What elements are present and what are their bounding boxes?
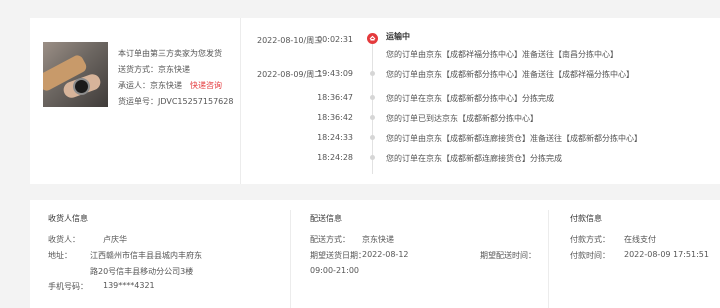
order-tracking-panel: 本订单由第三方卖家为您发货 送货方式：京东快递 承运人：京东快递 快递咨询 货运单… <box>30 18 720 184</box>
event-time: 18:24:28 <box>317 153 353 162</box>
event-time: 00:02:31 <box>317 35 353 44</box>
delivery-method-value: 京东快递 <box>362 235 394 244</box>
payment-time-label: 付款时间： <box>570 251 610 260</box>
payment-method-label: 付款方式： <box>570 235 610 244</box>
recipient-section-title: 收货人信息 <box>48 214 88 223</box>
payment-section-title: 付款信息 <box>570 214 602 223</box>
address-label: 地址： <box>48 251 72 260</box>
timeline-dot <box>370 115 375 120</box>
section-divider <box>548 210 549 308</box>
timeline-dot <box>370 135 375 140</box>
address-line-1: 江西赣州市信丰县县城内丰府东 <box>90 251 202 260</box>
timeline-dot <box>370 71 375 76</box>
event-time: 18:36:47 <box>317 93 353 102</box>
event-description: 您的订单已到达京东【成都新都分拣中心】 <box>386 114 538 123</box>
recipient-name-value: 卢庆华 <box>103 235 127 244</box>
recipient-name-label: 收货人： <box>48 235 80 244</box>
timeline-dot <box>370 95 375 100</box>
expected-time-label: 期望配送时间： <box>480 251 536 260</box>
tracking-status: 运输中 <box>386 32 410 41</box>
event-description: 您的订单在京东【成都新都分拣中心】分拣完成 <box>386 94 554 103</box>
section-divider <box>290 210 291 308</box>
event-description: 您的订单由京东【成都新都分拣中心】准备送往【成都祥福分拣中心】 <box>386 70 634 79</box>
event-time: 18:36:42 <box>317 113 353 122</box>
payment-time-value: 2022-08-09 17:51:51 <box>624 250 709 259</box>
expected-time-value: 09:00-21:00 <box>310 266 359 275</box>
tracking-timeline: 运输中 2022-08-10/周三 00:02:31 您的订单由京东【成都祥福分… <box>30 18 720 184</box>
delivery-method-label: 配送方式： <box>310 235 350 244</box>
event-description: 您的订单在京东【成都新都连廊接货仓】分拣完成 <box>386 154 562 163</box>
expected-date-label: 期望送货日期： <box>310 251 366 260</box>
expected-date-value: 2022-08-12 <box>362 250 409 259</box>
timeline-dot <box>370 155 375 160</box>
phone-value: 139****4321 <box>103 281 155 290</box>
order-details-panel: 收货人信息 收货人： 卢庆华 地址： 江西赣州市信丰县县城内丰府东 路20号信丰… <box>30 200 720 308</box>
address-line-2: 路20号信丰县移动分公司3楼 <box>90 267 194 276</box>
event-time: 19:43:09 <box>317 69 353 78</box>
event-time: 18:24:33 <box>317 133 353 142</box>
in-transit-icon <box>367 33 378 44</box>
event-description: 您的订单由京东【成都新都连廊接货仓】准备送往【成都新都分拣中心】 <box>386 134 642 143</box>
phone-label: 手机号码： <box>48 282 88 291</box>
payment-method-value: 在线支付 <box>624 235 656 244</box>
delivery-section-title: 配送信息 <box>310 214 342 223</box>
event-description: 您的订单由京东【成都祥福分拣中心】准备送往【南昌分拣中心】 <box>386 50 618 59</box>
